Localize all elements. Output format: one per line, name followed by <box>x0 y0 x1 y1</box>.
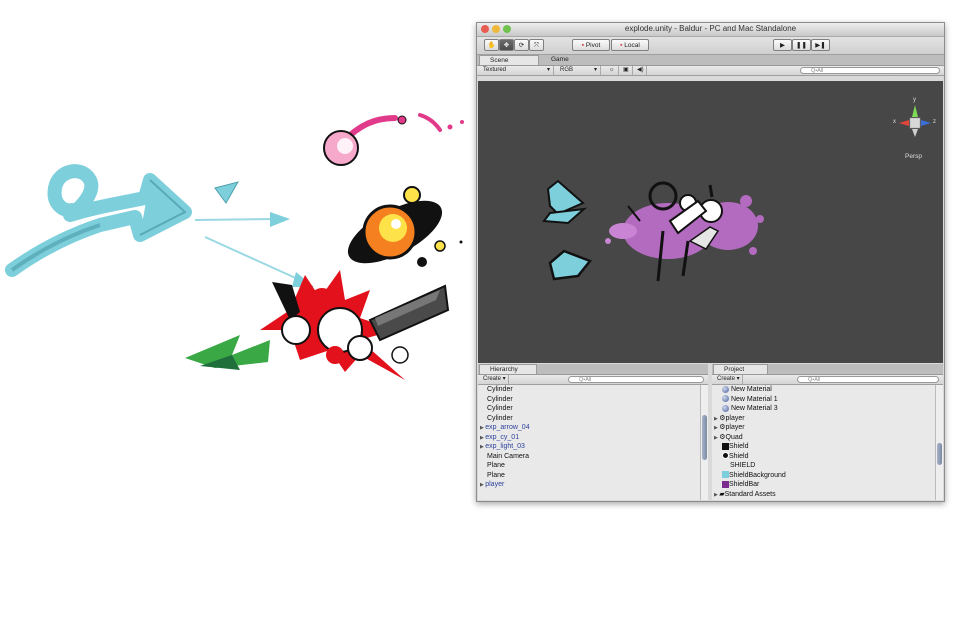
project-search-input[interactable]: Q•All <box>797 376 939 383</box>
orientation-gizmo[interactable] <box>899 105 931 137</box>
tab-hierarchy[interactable]: Hierarchy <box>479 364 537 374</box>
hierarchy-create-label: Create ▾ <box>483 376 506 382</box>
scene-tab-label: Scene <box>490 57 509 64</box>
teal-arrow-sprite <box>542 179 593 281</box>
list-item[interactable]: New Material <box>722 385 772 395</box>
project-tab-bar: Project <box>712 364 943 375</box>
window-title: explode.unity - Baldur - PC and Mac Stan… <box>624 24 797 33</box>
material-sphere-icon <box>722 395 729 403</box>
pivot-label: Pivot <box>585 42 601 49</box>
scale-tool-button[interactable]: ⤧ <box>529 39 544 51</box>
local-icon: ▪ <box>620 42 623 49</box>
chevron-down-icon: ▾ <box>546 67 550 73</box>
scene-render <box>542 105 931 282</box>
play-button[interactable]: ▶ <box>773 39 792 51</box>
thin-arrows <box>194 181 314 287</box>
color-mode-label: RGB <box>560 67 574 73</box>
hierarchy-tab-label: Hierarchy <box>490 366 518 373</box>
gizmo-y-label: y <box>913 97 916 103</box>
scene-control-bar: Textured ▾ RGB ▾ ☼ ▣ ◀) Q•All <box>477 66 944 76</box>
chevron-down-icon: ▾ <box>593 67 597 73</box>
hierarchy-list: Cylinder Cylinder Cylinder Cylinder ▶ ex… <box>478 385 708 500</box>
project-create-label: Create ▾ <box>717 376 740 382</box>
project-scrollbar[interactable] <box>935 385 943 500</box>
teal-curly-arrow <box>5 164 192 277</box>
pause-button[interactable]: ❚❚ <box>792 39 811 51</box>
game-tab-label: Game <box>551 56 569 63</box>
scene-search-placeholder: Q•All <box>811 68 824 74</box>
render-mode-label: Textured <box>483 67 507 73</box>
projection-label[interactable]: Persp <box>905 153 922 160</box>
audio-toggle[interactable]: ◀) <box>633 66 647 75</box>
explosion-illustration <box>5 113 464 380</box>
pivot-toggle-button[interactable]: ▪ Pivot <box>572 39 610 51</box>
list-item[interactable]: Cylinder <box>487 404 513 414</box>
gizmo-x-label: x <box>893 119 896 125</box>
list-item[interactable]: Cylinder <box>487 414 513 424</box>
project-control-bar: Create ▾ Q•All <box>712 375 943 385</box>
pivot-icon: ▪ <box>581 42 585 49</box>
local-label: Local <box>624 42 640 49</box>
local-toggle-button[interactable]: ▪ Local <box>611 39 649 51</box>
step-button[interactable]: ▶❚ <box>811 39 830 51</box>
texture-icon <box>722 442 729 450</box>
project-tab-label: Project <box>724 366 745 373</box>
list-item[interactable]: ▶ player <box>480 480 504 491</box>
project-scroll-thumb[interactable] <box>937 443 942 465</box>
list-item[interactable]: ▶ ▰Standard Assets <box>714 490 776 501</box>
hierarchy-search-placeholder: Q•All <box>579 377 592 383</box>
tab-project[interactable]: Project <box>713 364 768 374</box>
scene-search-input[interactable]: Q•All <box>800 67 940 74</box>
scene-tab-bar: Scene Game <box>477 55 944 66</box>
list-item[interactable]: ShieldBackground <box>722 471 786 481</box>
list-item[interactable]: Shield <box>722 452 748 462</box>
shield-texture-icon <box>722 452 729 460</box>
material-sphere-icon <box>722 404 729 412</box>
rotate-tool-button[interactable]: ⟳ <box>514 39 529 51</box>
list-item[interactable]: Shield <box>722 442 748 452</box>
gizmo-z-label: z <box>933 119 936 125</box>
list-item[interactable]: New Material 3 <box>722 404 778 414</box>
color-mode-dropdown[interactable]: RGB ▾ <box>556 66 601 75</box>
red-explosion <box>185 270 450 380</box>
project-list: New Material New Material 1 New Material… <box>712 385 943 500</box>
list-item[interactable]: Cylinder <box>487 385 513 395</box>
hand-tool-button[interactable]: ✋ <box>484 39 499 51</box>
image-effects-toggle[interactable]: ▣ <box>619 66 633 75</box>
orange-planet <box>347 186 463 267</box>
project-create-dropdown[interactable]: Create ▾ <box>713 375 743 384</box>
list-item[interactable]: Plane <box>487 461 505 471</box>
scene-viewport[interactable]: y x z Persp <box>478 81 943 363</box>
material-sphere-icon <box>722 385 729 393</box>
purple-texture-icon <box>722 480 729 488</box>
hierarchy-control-bar: Create ▾ Q•All <box>478 375 708 385</box>
list-item[interactable]: SHIELD <box>730 461 755 471</box>
tab-game[interactable]: Game <box>541 55 601 65</box>
pink-comet <box>323 113 464 166</box>
move-tool-button[interactable]: ✥ <box>499 39 514 51</box>
title-bar: explode.unity - Baldur - PC and Mac Stan… <box>477 23 944 37</box>
list-item[interactable]: ShieldBar <box>722 480 759 490</box>
hierarchy-search-input[interactable]: Q•All <box>568 376 704 383</box>
tab-scene[interactable]: Scene <box>479 55 539 65</box>
hierarchy-scrollbar[interactable] <box>700 385 708 500</box>
project-search-placeholder: Q•All <box>808 377 821 383</box>
list-item[interactable]: Main Camera <box>487 452 529 462</box>
list-item[interactable]: Cylinder <box>487 395 513 405</box>
light-blue-texture-icon <box>722 471 729 479</box>
hierarchy-scroll-thumb[interactable] <box>702 415 707 460</box>
render-mode-dropdown[interactable]: Textured ▾ <box>479 66 554 75</box>
list-item[interactable]: Plane <box>487 471 505 481</box>
lighting-toggle[interactable]: ☼ <box>605 66 619 75</box>
list-item[interactable]: New Material 1 <box>722 395 778 405</box>
unity-editor-window: explode.unity - Baldur - PC and Mac Stan… <box>476 22 945 502</box>
main-toolbar: ✋ ✥ ⟳ ⤧ ▪ Pivot ▪ Local ▶ ❚❚ ▶❚ <box>477 37 944 55</box>
hierarchy-tab-bar: Hierarchy <box>478 364 708 375</box>
hierarchy-create-dropdown[interactable]: Create ▾ <box>479 375 509 384</box>
